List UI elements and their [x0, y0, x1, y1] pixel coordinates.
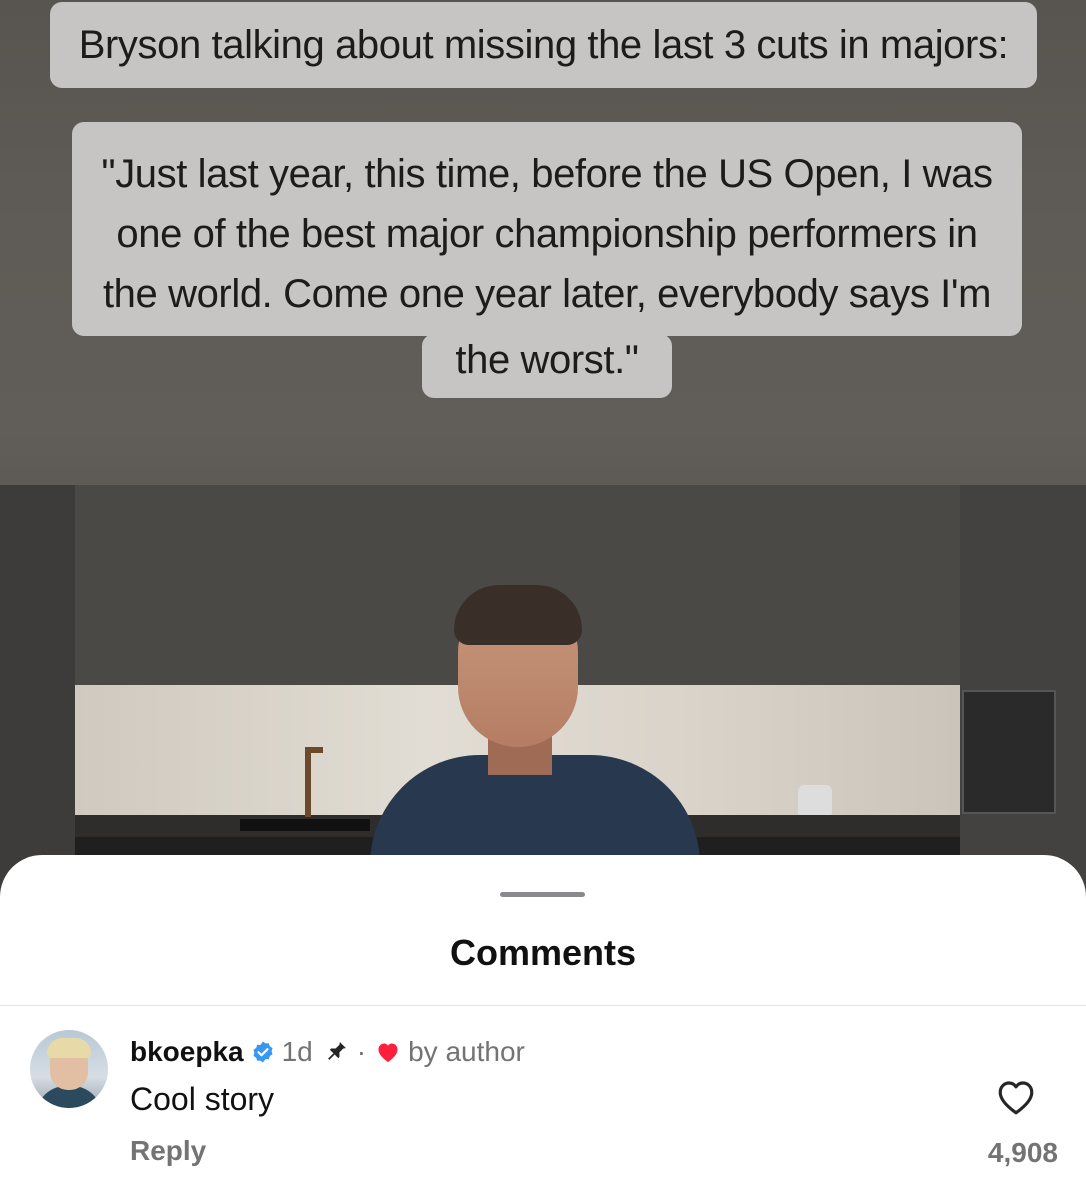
comments-sheet: Comments bkoepka 1d · by author Cool sto… — [0, 855, 1086, 1200]
divider — [0, 1005, 1086, 1006]
cabinet — [835, 485, 963, 685]
comment-username[interactable]: bkoepka — [130, 1036, 244, 1068]
video-quote-box-end: the worst." — [422, 334, 672, 398]
verified-badge-icon — [253, 1041, 273, 1063]
avatar[interactable] — [30, 1030, 108, 1108]
heart-outline-icon[interactable] — [995, 1077, 1037, 1117]
faucet — [305, 747, 311, 817]
quote-line: "Just last year, this time, before the U… — [101, 152, 993, 196]
video-frame[interactable]: Bryson talking about missing the last 3 … — [0, 0, 1086, 900]
comment-text: Cool story — [130, 1081, 275, 1117]
quote-line: one of the best major championship perfo… — [116, 212, 978, 256]
sink — [240, 819, 370, 831]
heart-filled-icon — [378, 1043, 398, 1062]
cabinet — [195, 485, 303, 685]
comments-title: Comments — [449, 932, 637, 973]
faucet-spout — [305, 747, 323, 753]
avatar-hair — [47, 1038, 91, 1058]
comment-time: 1d — [281, 1036, 313, 1067]
video-caption-title: Bryson talking about missing the last 3 … — [50, 2, 1037, 88]
quote-line: the worst." — [455, 338, 639, 382]
comment-meta: bkoepka 1d · by author — [130, 1035, 525, 1069]
hair — [454, 585, 582, 645]
cabinet — [75, 485, 198, 685]
quote-line: the world. Come one year later, everybod… — [102, 272, 992, 316]
wall-oven — [962, 690, 1056, 814]
pin-icon — [327, 1042, 346, 1060]
kettle — [798, 785, 832, 815]
wall-left — [0, 485, 75, 900]
meta-separator: · — [356, 1036, 367, 1067]
reply-button[interactable]: Reply — [130, 1135, 206, 1167]
liked-by-author: by author — [408, 1036, 525, 1067]
sheet-drag-handle[interactable] — [500, 892, 585, 897]
video-scene — [0, 485, 1086, 900]
speaker-person — [360, 585, 720, 900]
like-count: 4,908 — [987, 1137, 1058, 1168]
video-quote-box: "Just last year, this time, before the U… — [72, 122, 1022, 336]
